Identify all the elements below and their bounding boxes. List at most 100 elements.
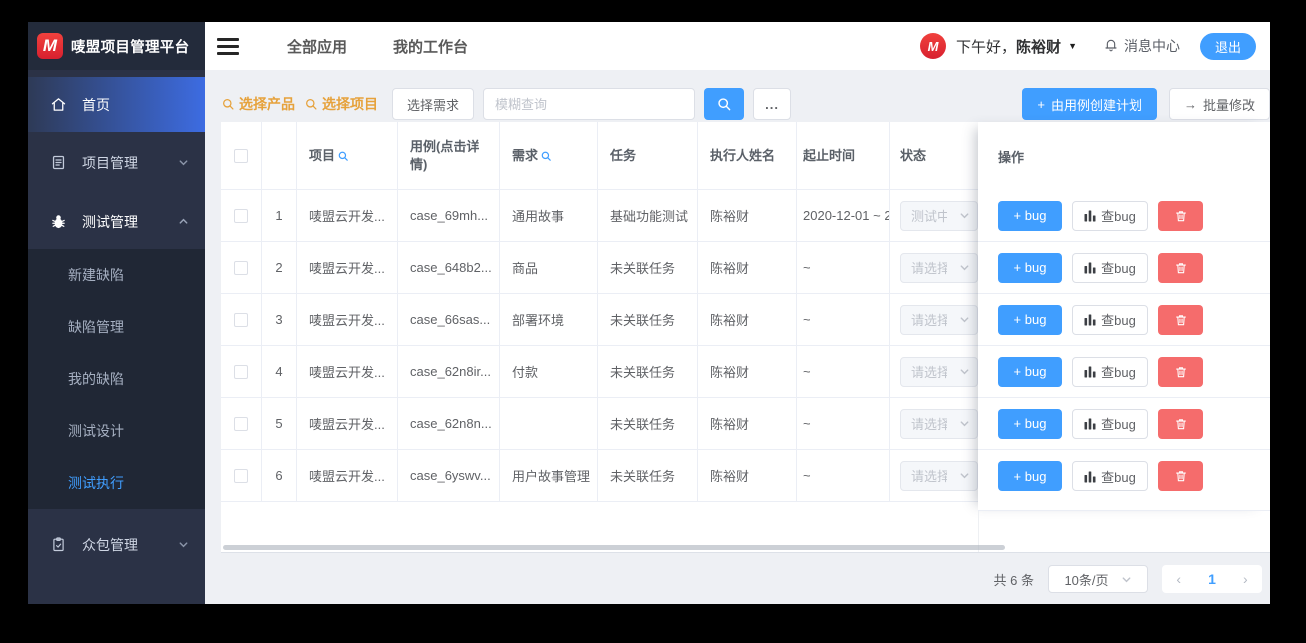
message-center[interactable]: 消息中心 <box>1103 36 1180 56</box>
logout-button[interactable]: 退出 <box>1199 32 1256 60</box>
row-cell-status: 请选择 <box>890 242 978 293</box>
avatar[interactable]: M <box>920 33 947 59</box>
submenu-item-test-design[interactable]: 测试设计 <box>28 405 205 457</box>
add-bug-button[interactable]: + bug <box>998 461 1062 491</box>
select-product-link[interactable]: 选择产品 <box>221 94 295 114</box>
row-cell-executor: 陈裕财 <box>698 294 797 345</box>
view-bug-button[interactable]: 查bug <box>1072 200 1148 231</box>
sidebar-item-crowdsourcing[interactable]: 众包管理 <box>28 517 205 572</box>
select-requirement-button[interactable]: 选择需求 <box>392 88 475 120</box>
status-select[interactable]: 请选择 <box>900 356 978 387</box>
add-bug-button[interactable]: + bug <box>998 356 1062 387</box>
create-plan-button[interactable]: + 由用例创建计划 <box>1022 88 1157 120</box>
row-checkbox[interactable] <box>234 260 248 275</box>
more-filters-button[interactable]: ... <box>753 88 792 120</box>
sidebar-item-home[interactable]: 首页 <box>28 77 205 132</box>
row-checkbox[interactable] <box>234 364 248 379</box>
bar-chart-icon <box>1084 210 1096 222</box>
chevron-down-icon <box>178 157 189 168</box>
view-bug-button[interactable]: 查bug <box>1072 461 1148 491</box>
view-bug-button[interactable]: 查bug <box>1072 356 1148 387</box>
sidebar-item-projects[interactable]: 项目管理 <box>28 135 205 190</box>
row-cell-task: 未关联任务 <box>598 346 698 397</box>
arrow-right-icon: → <box>1183 96 1197 112</box>
row-cell-status: 测试中 <box>890 190 978 241</box>
project-search-icon[interactable] <box>337 150 349 162</box>
row-checkbox[interactable] <box>234 416 248 431</box>
delete-button[interactable] <box>1158 304 1203 335</box>
requirement-search-icon[interactable] <box>540 150 552 162</box>
trash-icon <box>1175 262 1186 273</box>
add-bug-button[interactable]: + bug <box>998 304 1062 335</box>
delete-button[interactable] <box>1158 200 1203 231</box>
header-cell-dates: 起止时间 <box>797 122 890 189</box>
row-cell-case[interactable]: case_66sas... <box>398 294 500 345</box>
next-page-button[interactable]: › <box>1229 571 1262 587</box>
add-bug-button[interactable]: + bug <box>998 200 1062 231</box>
chevron-down-icon <box>959 418 970 429</box>
sidebar-item-testing[interactable]: 测试管理 <box>28 194 205 249</box>
delete-button[interactable] <box>1158 461 1203 491</box>
row-cell-index: 2 <box>262 242 297 293</box>
row-cell-status: 请选择 <box>890 346 978 397</box>
fuzzy-search-input[interactable] <box>483 88 696 120</box>
page-size-select[interactable]: 10条/页 <box>1048 565 1148 593</box>
user-menu[interactable]: 下午好， 陈裕财 ▼ <box>956 36 1077 57</box>
row-cell-case[interactable]: case_62n8ir... <box>398 346 500 397</box>
nav-my-workbench[interactable]: 我的工作台 <box>393 36 468 57</box>
status-select[interactable]: 测试中 <box>900 200 978 231</box>
sidebar-item-partial[interactable]: 接口管理 <box>28 585 205 604</box>
sidebar-item-label: 众包管理 <box>82 536 138 553</box>
view-bug-button[interactable]: 查bug <box>1072 304 1148 335</box>
add-bug-button[interactable]: + bug <box>998 252 1062 283</box>
row-cell-case[interactable]: case_648b2... <box>398 242 500 293</box>
row-cell-requirement <box>500 398 598 449</box>
current-page[interactable]: 1 <box>1195 571 1228 587</box>
row-cell-project: 唛盟云开发... <box>297 398 398 449</box>
row-cell-case[interactable]: case_6yswv... <box>398 450 500 501</box>
chevron-down-icon <box>959 366 970 377</box>
submenu-item-new-defect[interactable]: 新建缺陷 <box>28 249 205 301</box>
header-label: 需求 <box>512 147 539 163</box>
status-select[interactable]: 请选择 <box>900 460 978 491</box>
operations-row: + bug 查bug <box>978 346 1270 398</box>
operations-row: + bug 查bug <box>978 242 1270 294</box>
row-checkbox[interactable] <box>234 312 248 327</box>
status-select[interactable]: 请选择 <box>900 304 978 335</box>
row-checkbox[interactable] <box>234 208 248 223</box>
delete-button[interactable] <box>1158 356 1203 387</box>
submenu-label: 测试设计 <box>68 423 124 439</box>
row-cell-status: 请选择 <box>890 294 978 345</box>
submenu-item-defect-mgmt[interactable]: 缺陷管理 <box>28 301 205 353</box>
batch-edit-button[interactable]: → 批量修改 <box>1168 88 1270 120</box>
chevron-down-icon <box>959 314 970 325</box>
prev-page-button[interactable]: ‹ <box>1162 571 1195 587</box>
row-cell-checkbox <box>221 450 262 501</box>
message-center-label: 消息中心 <box>1123 38 1180 54</box>
row-checkbox[interactable] <box>234 468 248 483</box>
header-label: 起止时间 <box>803 147 856 163</box>
hamburger-menu-icon[interactable] <box>217 37 239 55</box>
row-cell-requirement: 通用故事 <box>500 190 598 241</box>
add-bug-button[interactable]: + bug <box>998 408 1062 439</box>
row-cell-project: 唛盟云开发... <box>297 242 398 293</box>
search-button[interactable] <box>704 88 745 120</box>
submenu-item-test-execution[interactable]: 测试执行 <box>28 457 205 509</box>
select-project-link[interactable]: 选择项目 <box>304 94 378 114</box>
view-bug-button[interactable]: 查bug <box>1072 252 1148 283</box>
row-cell-executor: 陈裕财 <box>698 398 797 449</box>
chevron-down-icon <box>959 210 970 221</box>
view-bug-button[interactable]: 查bug <box>1072 408 1148 439</box>
select-all-checkbox[interactable] <box>234 148 248 163</box>
row-cell-case[interactable]: case_69mh... <box>398 190 500 241</box>
submenu-item-my-defects[interactable]: 我的缺陷 <box>28 353 205 405</box>
delete-button[interactable] <box>1158 252 1203 283</box>
status-select[interactable]: 请选择 <box>900 252 978 283</box>
horizontal-scrollbar[interactable] <box>223 545 1005 550</box>
row-cell-project: 唛盟云开发... <box>297 294 398 345</box>
nav-all-apps[interactable]: 全部应用 <box>287 36 347 57</box>
chevron-down-icon <box>959 470 970 481</box>
delete-button[interactable] <box>1158 408 1203 439</box>
row-cell-case[interactable]: case_62n8n... <box>398 398 500 449</box>
status-select[interactable]: 请选择 <box>900 408 978 439</box>
